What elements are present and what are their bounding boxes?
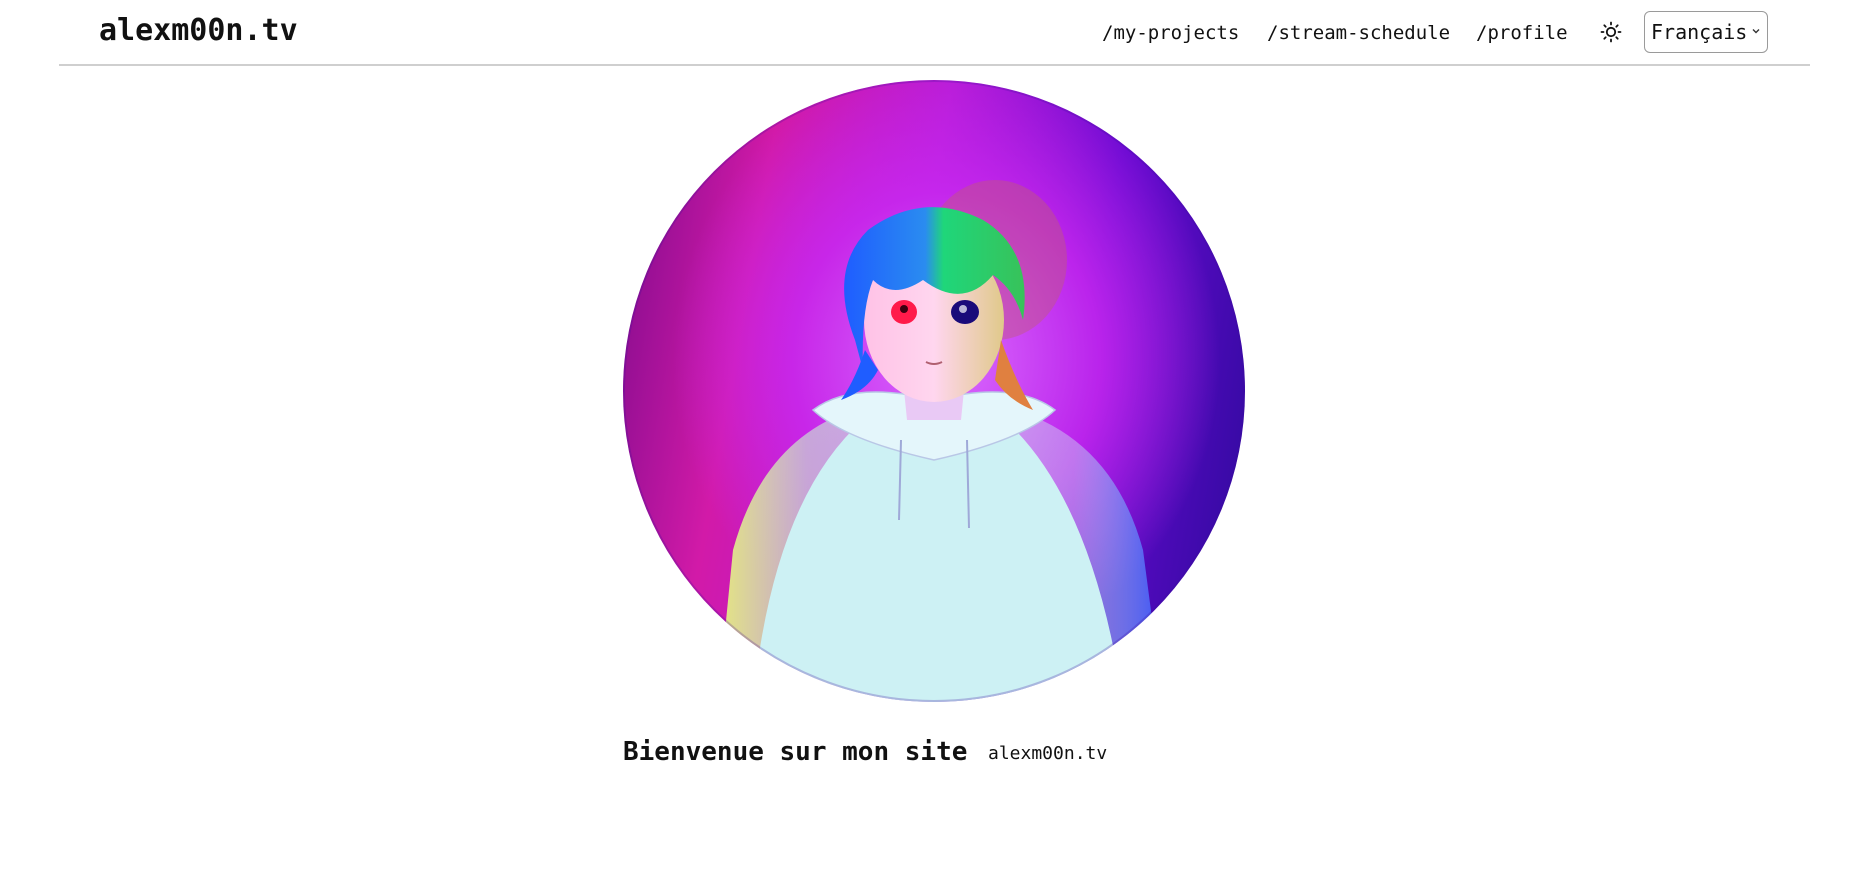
language-select-value: Français — [1651, 20, 1748, 44]
site-header: alexm00n.tv /my-projects /stream-schedul… — [59, 0, 1810, 66]
nav-link-my-projects[interactable]: /my-projects — [1102, 20, 1239, 46]
nav-link-profile[interactable]: /profile — [1476, 20, 1568, 46]
welcome-heading: Bienvenue sur mon site — [623, 737, 968, 767]
nav-link-stream-schedule[interactable]: /stream-schedule — [1267, 20, 1450, 46]
language-select[interactable]: Français — [1644, 11, 1768, 53]
avatar — [623, 80, 1245, 702]
main-nav: /my-projects /stream-schedule /profile F… — [59, 0, 1810, 64]
sun-icon — [1600, 21, 1622, 43]
chevron-down-icon — [1752, 29, 1760, 34]
site-handle: alexm00n.tv — [988, 743, 1108, 764]
theme-toggle-button[interactable] — [1597, 18, 1625, 46]
avatar-illustration — [623, 80, 1245, 702]
